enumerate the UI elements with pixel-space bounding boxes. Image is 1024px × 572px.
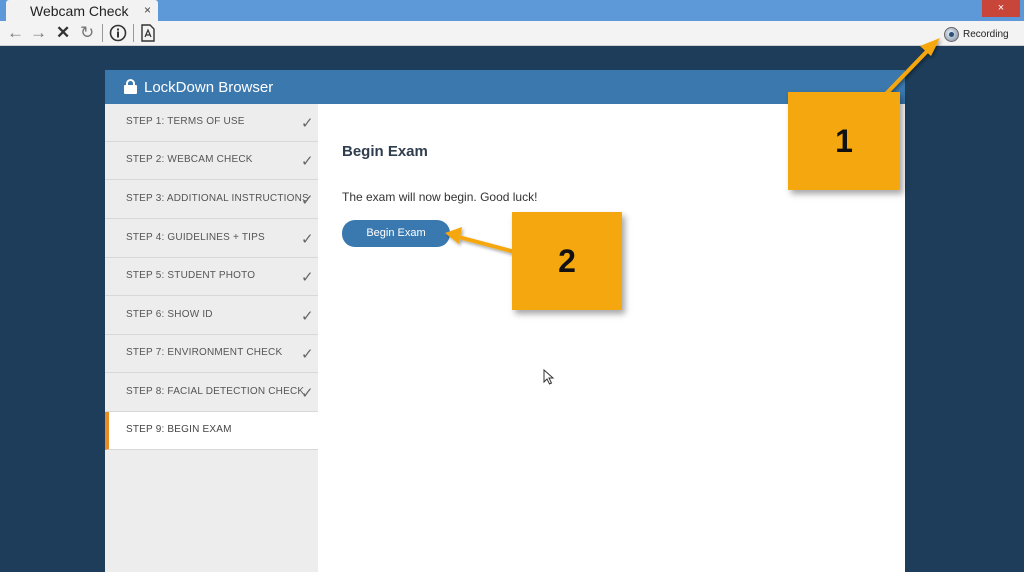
callout-badge-2: 2 bbox=[512, 212, 622, 310]
exam-message: The exam will now begin. Good luck! bbox=[342, 190, 538, 204]
checkmark-icon: ✓ bbox=[301, 192, 314, 209]
step-label: STEP 3: ADDITIONAL INSTRUCTIONS bbox=[126, 193, 309, 204]
document-icon[interactable] bbox=[141, 24, 155, 47]
mouse-cursor-icon bbox=[543, 369, 555, 385]
step-label: STEP 9: BEGIN EXAM bbox=[126, 424, 232, 435]
step-label: STEP 2: WEBCAM CHECK bbox=[126, 154, 253, 165]
recording-icon bbox=[944, 26, 959, 42]
forward-arrow-icon[interactable]: → bbox=[30, 23, 47, 43]
info-icon[interactable] bbox=[109, 24, 127, 47]
stop-icon[interactable]: ✕ bbox=[56, 23, 70, 43]
step-label: STEP 1: TERMS OF USE bbox=[126, 116, 245, 127]
checkmark-icon: ✓ bbox=[301, 231, 314, 248]
recording-indicator: Recording bbox=[944, 25, 1009, 43]
checkmark-icon: ✓ bbox=[301, 269, 314, 286]
sidebar-step-2[interactable]: STEP 2: WEBCAM CHECK ✓ bbox=[105, 142, 318, 180]
reload-icon[interactable]: ↻ bbox=[80, 23, 94, 43]
callout-badge-1: 1 bbox=[788, 92, 900, 190]
browser-tab[interactable]: Webcam Check × bbox=[6, 0, 158, 22]
sidebar-step-7[interactable]: STEP 7: ENVIRONMENT CHECK ✓ bbox=[105, 335, 318, 373]
steps-sidebar: STEP 1: TERMS OF USE ✓ STEP 2: WEBCAM CH… bbox=[105, 104, 318, 572]
step-label: STEP 5: STUDENT PHOTO bbox=[126, 270, 256, 281]
tab-close-icon[interactable]: × bbox=[144, 3, 151, 17]
toolbar-divider bbox=[133, 24, 134, 42]
sidebar-step-5[interactable]: STEP 5: STUDENT PHOTO ✓ bbox=[105, 258, 318, 296]
page-title: Begin Exam bbox=[342, 143, 428, 160]
recording-label: Recording bbox=[963, 28, 1009, 40]
app-title: LockDown Browser bbox=[144, 79, 274, 96]
checkmark-icon: ✓ bbox=[301, 308, 314, 325]
toolbar-divider bbox=[102, 24, 103, 42]
checkmark-icon: ✓ bbox=[301, 385, 314, 402]
checkmark-icon: ✓ bbox=[301, 153, 314, 170]
back-arrow-icon[interactable]: ← bbox=[7, 23, 24, 43]
sidebar-step-1[interactable]: STEP 1: TERMS OF USE ✓ bbox=[105, 104, 318, 142]
step-label: STEP 6: SHOW ID bbox=[126, 309, 213, 320]
sidebar-step-3[interactable]: STEP 3: ADDITIONAL INSTRUCTIONS ✓ bbox=[105, 181, 318, 219]
step-label: STEP 4: GUIDELINES + TIPS bbox=[126, 232, 265, 243]
browser-toolbar: ← → ✕ ↻ Recording bbox=[0, 21, 1024, 46]
tab-title: Webcam Check bbox=[30, 3, 129, 19]
begin-exam-button[interactable]: Begin Exam bbox=[342, 220, 450, 247]
lock-icon bbox=[124, 79, 137, 94]
step-label: STEP 8: FACIAL DETECTION CHECK bbox=[126, 386, 305, 397]
sidebar-step-6[interactable]: STEP 6: SHOW ID ✓ bbox=[105, 297, 318, 335]
sidebar-step-9[interactable]: STEP 9: BEGIN EXAM bbox=[105, 412, 318, 450]
checkmark-icon: ✓ bbox=[301, 115, 314, 132]
sidebar-step-4[interactable]: STEP 4: GUIDELINES + TIPS ✓ bbox=[105, 220, 318, 258]
window-close-button[interactable]: × bbox=[982, 0, 1020, 17]
checkmark-icon: ✓ bbox=[301, 346, 314, 363]
step-label: STEP 7: ENVIRONMENT CHECK bbox=[126, 347, 283, 358]
sidebar-step-8[interactable]: STEP 8: FACIAL DETECTION CHECK ✓ bbox=[105, 374, 318, 412]
